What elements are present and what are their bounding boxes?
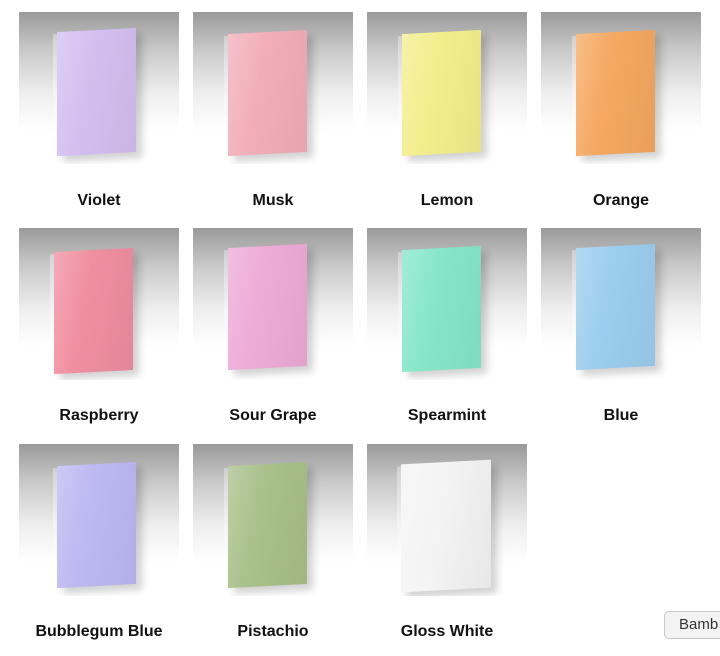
swatch-image[interactable]	[19, 12, 179, 164]
swatch-label: Sour Grape	[229, 407, 317, 424]
swatch-label: Gloss White	[400, 623, 494, 640]
swatch-image[interactable]	[193, 444, 353, 596]
swatch-image[interactable]	[541, 12, 701, 164]
swatch-label: Blue	[603, 407, 639, 424]
swatch-label: Violet	[77, 192, 121, 209]
acrylic-panel	[57, 461, 136, 589]
acrylic-panel	[228, 243, 307, 371]
swatch-label: Musk	[252, 192, 294, 209]
acrylic-panel	[54, 247, 133, 375]
swatch-image[interactable]	[367, 228, 527, 380]
acrylic-panel	[402, 245, 481, 373]
swatch-label: Orange	[592, 192, 649, 209]
swatch-image[interactable]	[193, 228, 353, 380]
acrylic-panel	[401, 459, 491, 593]
swatch-grid: Violet Musk Lemon Orange Raspberry Sour …	[0, 0, 720, 656]
acrylic-panel	[228, 461, 307, 589]
acrylic-panel	[402, 29, 481, 157]
swatch-label: Raspberry	[59, 407, 139, 424]
swatch-image[interactable]	[193, 12, 353, 164]
swatch-label: Pistachio	[237, 623, 309, 640]
swatch-label: Spearmint	[407, 407, 487, 424]
acrylic-panel	[576, 29, 655, 157]
swatch-image[interactable]	[541, 228, 701, 380]
swatch-image[interactable]	[367, 444, 527, 596]
corner-button[interactable]: Bamb	[664, 611, 720, 639]
swatch-label: Lemon	[420, 192, 474, 209]
acrylic-panel	[228, 29, 307, 157]
swatch-image[interactable]	[367, 12, 527, 164]
acrylic-panel	[576, 243, 655, 371]
swatch-image[interactable]	[19, 444, 179, 596]
swatch-image[interactable]	[19, 228, 179, 380]
acrylic-panel	[57, 27, 136, 157]
swatch-label: Bubblegum Blue	[35, 623, 163, 640]
